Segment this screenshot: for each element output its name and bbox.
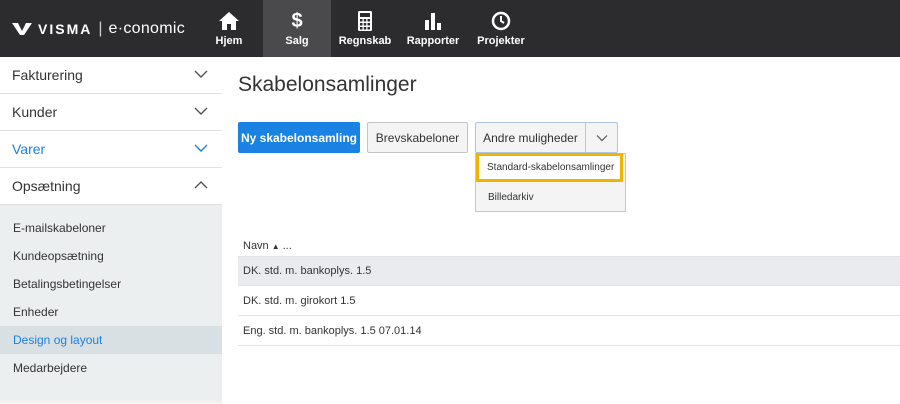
main-content: Skabelonsamlinger Ny skabelonsamling Bre…: [222, 57, 900, 404]
nav-label: Projekter: [477, 35, 525, 47]
column-header-name[interactable]: Navn: [243, 240, 269, 252]
sidebar-section-label: Varer: [12, 141, 46, 157]
page-title: Skabelonsamlinger: [238, 73, 417, 96]
home-icon: [218, 10, 240, 32]
table-row[interactable]: DK. std. m. bankoplys. 1.5: [238, 256, 900, 286]
brand-name: VISMA: [38, 20, 93, 37]
visma-logo-icon: [12, 22, 32, 35]
letter-templates-button[interactable]: Brevskabeloner: [367, 122, 468, 153]
list-header[interactable]: Navn ▲ ...: [238, 236, 900, 256]
sidebar-section-varer[interactable]: Varer: [0, 131, 222, 168]
more-options-menu: Standard-skabelonsamlinger Billedarkiv: [475, 153, 626, 212]
nav-label: Rapporter: [406, 35, 460, 47]
nav-regnskab[interactable]: Regnskab: [331, 0, 399, 57]
brand-separator: |: [98, 19, 103, 37]
top-bar: VISMA | e·conomic Hjem $ Salg Regnskab R…: [0, 0, 900, 57]
dollar-icon: $: [291, 10, 303, 32]
template-list: Navn ▲ ... DK. std. m. bankoplys. 1.5 DK…: [238, 236, 900, 346]
sidebar-section-label: Kunder: [12, 104, 58, 120]
sidebar-item-kundeopsaetning[interactable]: Kundeopsætning: [0, 242, 222, 270]
sidebar-section-fakturering[interactable]: Fakturering: [0, 57, 222, 94]
nav-rapporter[interactable]: Rapporter: [399, 0, 467, 57]
sidebar-item-betalingsbetingelser[interactable]: Betalingsbetingelser: [0, 270, 222, 298]
nav-projekter[interactable]: Projekter: [467, 0, 535, 57]
chevron-down-icon: [194, 144, 208, 152]
column-options[interactable]: ...: [283, 240, 292, 252]
more-options-button[interactable]: Andre muligheder: [475, 122, 618, 153]
product-name: e·conomic: [108, 19, 186, 37]
sidebar-section-opsaetning[interactable]: Opsætning: [0, 168, 222, 205]
main-nav: Hjem $ Salg Regnskab Rapporter Projekter: [195, 0, 535, 57]
sidebar-item-e-mailskabeloner[interactable]: E-mailskabeloner: [0, 214, 222, 242]
dropdown-toggle[interactable]: [585, 123, 617, 152]
clock-icon: [491, 10, 511, 32]
sidebar-item-medarbejdere[interactable]: Medarbejdere: [0, 354, 222, 382]
more-options-label: Andre muligheder: [483, 130, 578, 145]
sidebar-section-label: Opsætning: [12, 178, 81, 194]
calculator-icon: [358, 10, 372, 32]
nav-label: Salg: [285, 35, 309, 47]
chevron-up-icon: [194, 181, 208, 189]
sidebar-section-label: Fakturering: [12, 67, 83, 83]
table-row[interactable]: DK. std. m. girokort 1.5: [238, 286, 900, 316]
table-row[interactable]: Eng. std. m. bankoplys. 1.5 07.01.14: [238, 316, 900, 346]
sidebar-item-design-og-layout[interactable]: Design og layout: [0, 326, 222, 354]
menu-item-standard-templates[interactable]: Standard-skabelonsamlinger: [476, 153, 623, 182]
menu-item-image-archive[interactable]: Billedarkiv: [476, 185, 625, 209]
bar-chart-icon: [424, 10, 442, 32]
sidebar-submenu: E-mailskabeloner Kundeopsætning Betaling…: [0, 205, 222, 401]
sidebar-item-enheder[interactable]: Enheder: [0, 298, 222, 326]
chevron-down-icon: [194, 70, 208, 78]
new-template-collection-button[interactable]: Ny skabelonsamling: [238, 122, 360, 153]
nav-salg[interactable]: $ Salg: [263, 0, 331, 57]
nav-label: Regnskab: [338, 35, 392, 47]
chevron-down-icon: [194, 107, 208, 115]
chevron-down-icon: [596, 134, 607, 141]
nav-label: Hjem: [215, 35, 243, 47]
nav-hjem[interactable]: Hjem: [195, 0, 263, 57]
sidebar: Fakturering Kunder Varer Opsætning E-mai…: [0, 57, 222, 404]
sort-asc-icon: ▲: [271, 241, 280, 251]
sidebar-section-kunder[interactable]: Kunder: [0, 94, 222, 131]
visma-economic-logo[interactable]: VISMA | e·conomic: [12, 0, 185, 57]
